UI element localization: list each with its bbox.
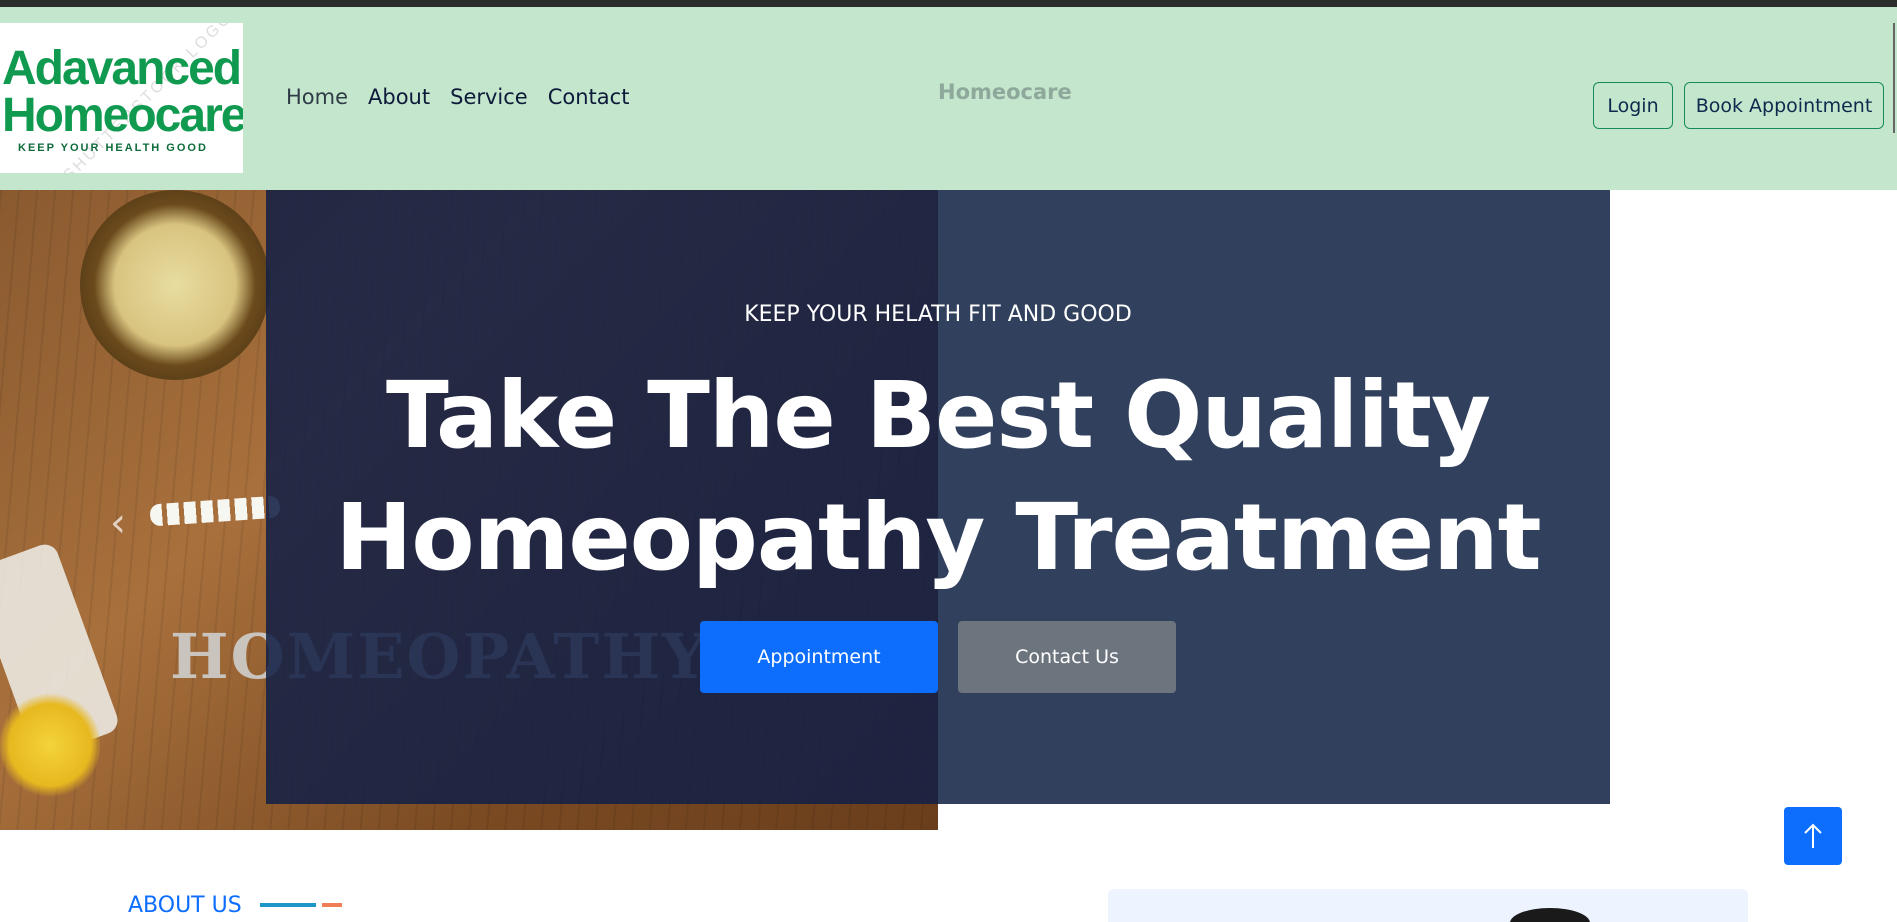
nav-link-service[interactable]: Service (450, 85, 528, 109)
login-button[interactable]: Login (1593, 82, 1673, 129)
about-heading: ABOUT US (128, 893, 242, 918)
about-underline-orange (322, 903, 342, 907)
arrow-up-icon (1804, 823, 1822, 848)
pill-jar (80, 190, 270, 380)
logo-text-line1: Adavanced (2, 42, 242, 95)
yellow-flower (0, 690, 100, 800)
nav-link-home[interactable]: Home (286, 85, 348, 109)
chevron-left-icon[interactable]: ‹ (110, 500, 126, 546)
book-appointment-button[interactable]: Book Appointment (1684, 82, 1884, 129)
navbar: ©SHUTTERSTOCK LOGO Adavanced Homeocare K… (0, 7, 1897, 190)
logo-tagline: KEEP YOUR HEALTH GOOD (18, 142, 208, 154)
contact-us-button[interactable]: Contact Us (958, 621, 1176, 693)
scrollbar-edge (1893, 23, 1895, 133)
site-logo[interactable]: ©SHUTTERSTOCK LOGO Adavanced Homeocare K… (0, 23, 243, 173)
nav-link-contact[interactable]: Contact (548, 85, 630, 109)
hero-title: Take The Best Quality Homeopathy Treatme… (335, 362, 1541, 591)
logo-text-line2: Homeocare (2, 89, 243, 142)
main-nav: Home About Service Contact (286, 85, 629, 109)
page: ©SHUTTERSTOCK LOGO Adavanced Homeocare K… (0, 0, 1897, 922)
brand-name[interactable]: Homeocare (938, 80, 1072, 104)
nav-link-about[interactable]: About (368, 85, 430, 109)
about-image-card (1108, 889, 1748, 922)
about-underline-blue (260, 903, 316, 907)
back-to-top-button[interactable] (1784, 807, 1842, 865)
browser-top-strip (0, 0, 1897, 7)
hero-kicker: KEEP YOUR HELATH FIT AND GOOD (744, 302, 1132, 327)
appointment-button[interactable]: Appointment (700, 621, 938, 693)
